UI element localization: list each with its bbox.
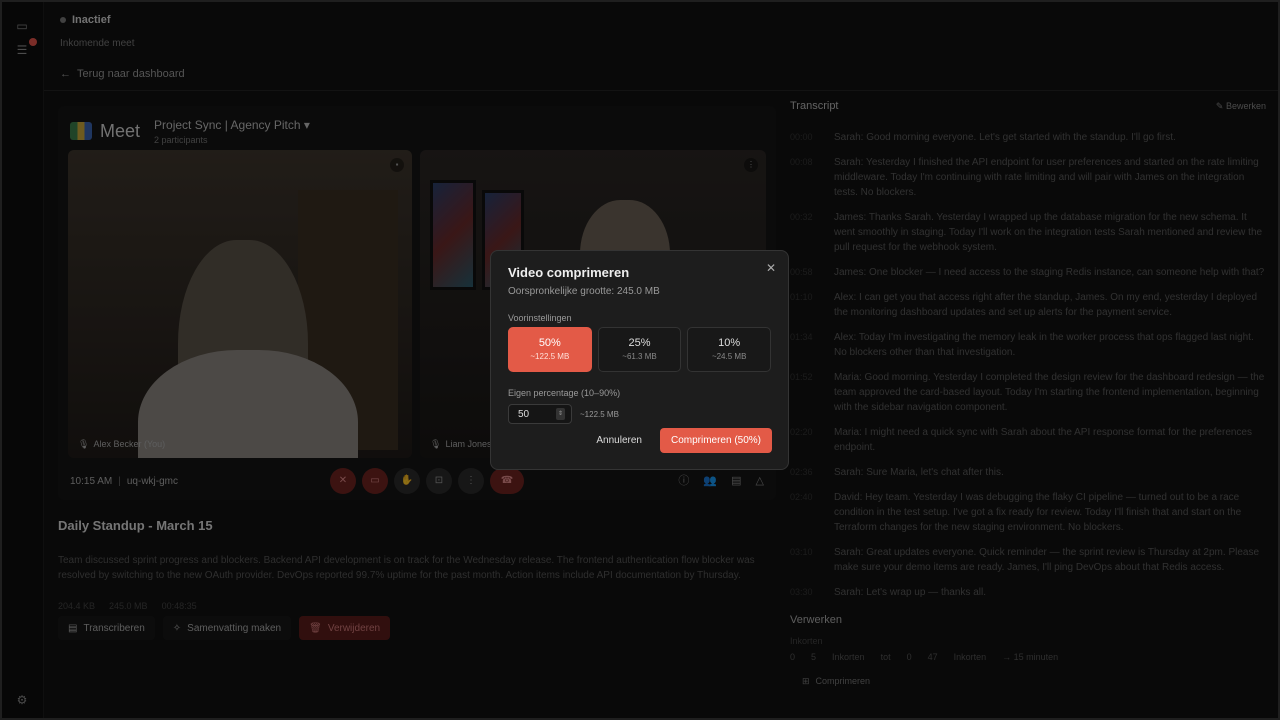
custom-percentage-input[interactable]: 50 ⇕ xyxy=(508,404,572,424)
preset-10[interactable]: 10% ~24.5 MB xyxy=(687,327,772,372)
original-size: Oorspronkelijke grootte: 245.0 MB xyxy=(508,286,660,297)
spinner-icon[interactable]: ⇕ xyxy=(556,408,565,420)
confirm-compress-button[interactable]: Comprimeren (50%) xyxy=(659,428,772,453)
custom-size-estimate: ~122.5 MB xyxy=(580,409,619,419)
preset-50[interactable]: 50% ~122.5 MB xyxy=(508,327,592,372)
preset-25[interactable]: 25% ~61.3 MB xyxy=(597,327,682,372)
cancel-button[interactable]: Annuleren xyxy=(590,429,648,452)
presets-label: Voorinstellingen xyxy=(508,313,572,323)
dialog-title: Video comprimeren xyxy=(508,265,630,280)
custom-percentage-label: Eigen percentage (10–90%) xyxy=(508,388,621,398)
preset-group: 50% ~122.5 MB 25% ~61.3 MB 10% ~24.5 MB xyxy=(508,327,772,372)
compress-dialog: ✕ Video comprimeren Oorspronkelijke groo… xyxy=(490,250,789,470)
close-icon[interactable]: ✕ xyxy=(766,261,776,275)
